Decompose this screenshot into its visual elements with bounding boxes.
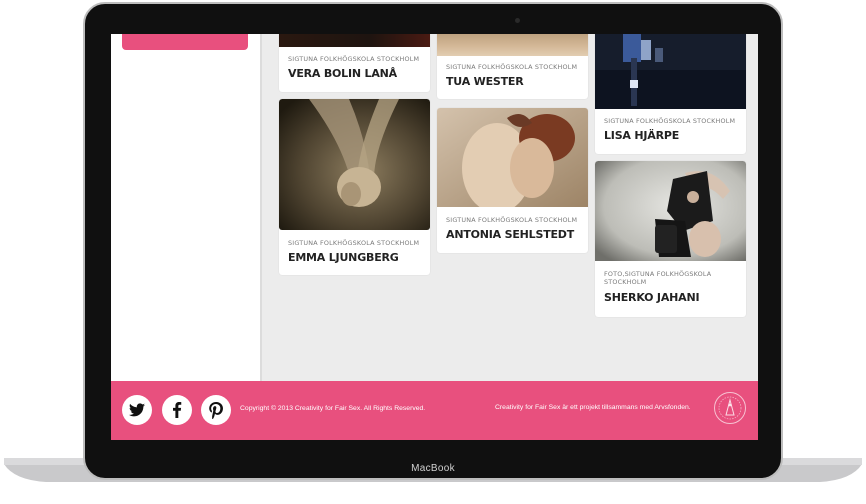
photo-embrace [437,108,588,207]
card-school: SIGTUNA FOLKHÖGSKOLA STOCKHOLM [604,117,736,125]
sidebar-menu-button[interactable] [122,34,248,50]
photo-street-sign [595,34,746,109]
site-footer: Copyright © 2013 Creativity for Fair Sex… [111,381,758,440]
camera-dot [515,18,520,23]
artist-card[interactable]: SIGTUNA FOLKHÖGSKOLA STOCKHOLM LISA HJÄR… [595,34,746,154]
card-artist-name[interactable]: SHERKO JAHANI [604,291,700,304]
card-school: SIGTUNA FOLKHÖGSKOLA STOCKHOLM [446,216,578,224]
artist-card[interactable]: SIGTUNA FOLKHÖGSKOLA STOCKHOLM EMMA LJUN… [279,99,430,275]
card-school: SIGTUNA FOLKHÖGSKOLA STOCKHOLM [288,55,420,63]
artist-photo[interactable] [437,108,588,207]
laptop-mockup: SIGTUNA FOLKHÖGSKOLA STOCKHOLM VERA BOLI… [0,0,866,504]
facebook-icon [173,402,182,418]
photo-portrait-gloves [595,161,746,261]
card-artist-name[interactable]: ANTONIA SEHLSTEDT [446,228,574,241]
artist-photo[interactable] [279,34,430,47]
project-text: Creativity for Fair Sex är ett projekt t… [495,404,691,411]
card-school: SIGTUNA FOLKHÖGSKOLA STOCKHOLM [288,239,420,247]
artist-card[interactable]: FOTO,SIGTUNA FOLKHÖGSKOLA STOCKHOLM SHER… [595,161,746,317]
sidebar [111,34,260,381]
device-brand-label: MacBook [411,463,455,474]
card-school: FOTO,SIGTUNA FOLKHÖGSKOLA STOCKHOLM [604,270,712,286]
arvsfonden-seal[interactable] [714,392,746,424]
card-school: SIGTUNA FOLKHÖGSKOLA STOCKHOLM [446,63,578,71]
sidebar-divider [260,34,262,381]
pinterest-icon [209,401,223,419]
card-artist-name[interactable]: LISA HJÄRPE [604,129,679,142]
artist-card[interactable]: SIGTUNA FOLKHÖGSKOLA STOCKHOLM ANTONIA S… [437,108,588,253]
artist-photo[interactable] [595,34,746,109]
artist-photo[interactable] [595,161,746,261]
photo-holding-hands [279,99,430,230]
artist-photo[interactable] [279,99,430,230]
artist-card[interactable]: SIGTUNA FOLKHÖGSKOLA STOCKHOLM VERA BOLI… [279,34,430,92]
website-screen: SIGTUNA FOLKHÖGSKOLA STOCKHOLM VERA BOLI… [111,34,758,440]
facebook-link[interactable] [162,395,192,425]
twitter-icon [129,403,145,417]
pinterest-link[interactable] [201,395,231,425]
artist-card[interactable]: SIGTUNA FOLKHÖGSKOLA STOCKHOLM TUA WESTE… [437,34,588,99]
card-artist-name[interactable]: VERA BOLIN LANÅ [288,67,397,80]
artist-photo[interactable] [437,34,588,56]
seal-icon [718,396,742,420]
twitter-link[interactable] [122,395,152,425]
card-artist-name[interactable]: TUA WESTER [446,75,524,88]
card-artist-name[interactable]: EMMA LJUNGBERG [288,251,399,264]
copyright-text: Copyright © 2013 Creativity for Fair Sex… [240,405,426,412]
